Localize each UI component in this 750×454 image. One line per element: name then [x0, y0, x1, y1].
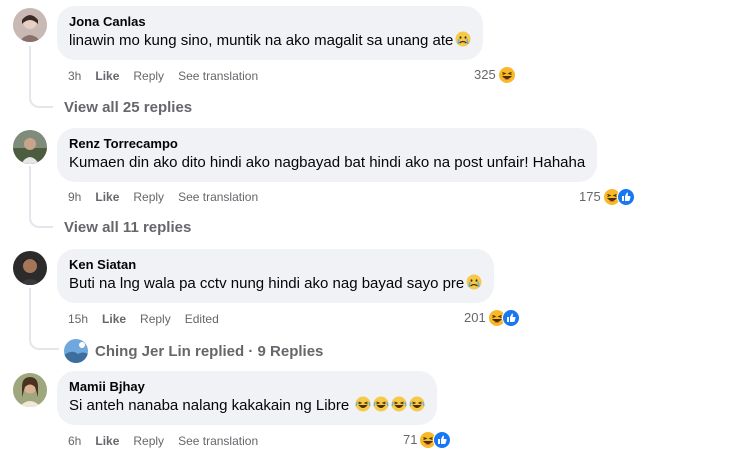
see-translation-link[interactable]: See translation — [178, 69, 258, 83]
edited-label: Edited — [184, 312, 219, 326]
replies-summary-link[interactable]: Ching Jer Lin replied · 9 Replies — [64, 339, 323, 363]
view-replies-link[interactable]: View all 11 replies — [64, 219, 191, 236]
reaction-summary[interactable]: 71 — [403, 431, 452, 449]
like-button[interactable]: Like — [102, 312, 126, 326]
comment-bubble: Ken Siatan Buti na lng wala pa cctv nung… — [57, 249, 495, 303]
comment-author[interactable]: Ken Siatan — [69, 256, 482, 273]
like-reaction-icon — [433, 431, 452, 449]
comment-time[interactable]: 3h — [68, 69, 81, 83]
reaction-count: 71 — [403, 432, 418, 447]
see-translation-link[interactable]: See translation — [178, 190, 258, 204]
comment-actions: 15h Like Reply Edited — [68, 311, 233, 327]
avatar[interactable] — [13, 130, 47, 164]
thread-line — [29, 166, 53, 228]
comment-actions: 6h Like Reply See translation — [68, 433, 272, 449]
replies-summary-text: Ching Jer Lin replied · 9 Replies — [95, 342, 324, 360]
laughing-emoji-icon — [391, 396, 408, 412]
reply-avatar — [64, 339, 88, 363]
crying-emoji-icon — [455, 31, 471, 47]
crying-emoji-icon — [466, 274, 482, 290]
comment-author[interactable]: Mamii Bjhay — [69, 378, 425, 395]
reply-button[interactable]: Reply — [133, 69, 164, 83]
comment-bubble: Mamii Bjhay Si anteh nanaba nalang kakak… — [57, 371, 438, 425]
avatar[interactable] — [13, 251, 47, 285]
laughing-emoji-icon — [373, 396, 390, 412]
reaction-summary[interactable]: 175 — [579, 188, 635, 206]
avatar[interactable] — [13, 373, 47, 407]
avatar[interactable] — [13, 8, 47, 42]
reaction-count: 201 — [464, 310, 486, 325]
comment-bubble: Renz Torrecampo Kumaen din ako dito hind… — [57, 128, 598, 182]
comment-time[interactable]: 9h — [68, 190, 81, 204]
thread-line — [29, 46, 53, 108]
haha-reaction-icon — [497, 66, 516, 84]
comment-actions: 9h Like Reply See translation — [68, 189, 272, 205]
like-button[interactable]: Like — [95, 190, 119, 204]
like-button[interactable]: Like — [95, 69, 119, 83]
comment-author[interactable]: Renz Torrecampo — [69, 135, 585, 152]
comment-time[interactable]: 15h — [68, 312, 88, 326]
like-reaction-icon — [501, 309, 520, 327]
see-translation-link[interactable]: See translation — [178, 434, 258, 448]
comment-text: Si anteh nanaba nalang kakakain ng Libre — [69, 396, 426, 416]
comment-time[interactable]: 6h — [68, 434, 81, 448]
reaction-summary[interactable]: 201 — [464, 309, 520, 327]
comment-text: linawin mo kung sino, muntik na ako maga… — [69, 31, 471, 51]
reply-button[interactable]: Reply — [133, 190, 164, 204]
comment-text: Kumaen din ako dito hindi ako nagbayad b… — [69, 154, 586, 171]
comment-bubble: Jona Canlas linawin mo kung sino, muntik… — [57, 6, 484, 60]
reply-button[interactable]: Reply — [133, 434, 164, 448]
comment-actions: 3h Like Reply See translation — [68, 68, 272, 84]
reaction-count: 325 — [474, 67, 496, 82]
comment-text: Buti na lng wala pa cctv nung hindi ako … — [69, 274, 482, 294]
reply-button[interactable]: Reply — [140, 312, 171, 326]
reaction-count: 175 — [579, 189, 601, 204]
reaction-summary[interactable]: 325 — [474, 66, 516, 84]
comment-author[interactable]: Jona Canlas — [69, 13, 471, 30]
laughing-emoji-icon — [409, 396, 426, 412]
like-button[interactable]: Like — [95, 434, 119, 448]
laughing-emoji-icon — [355, 396, 372, 412]
like-reaction-icon — [616, 188, 635, 206]
view-replies-link[interactable]: View all 25 replies — [64, 99, 192, 116]
thread-line — [29, 288, 59, 350]
